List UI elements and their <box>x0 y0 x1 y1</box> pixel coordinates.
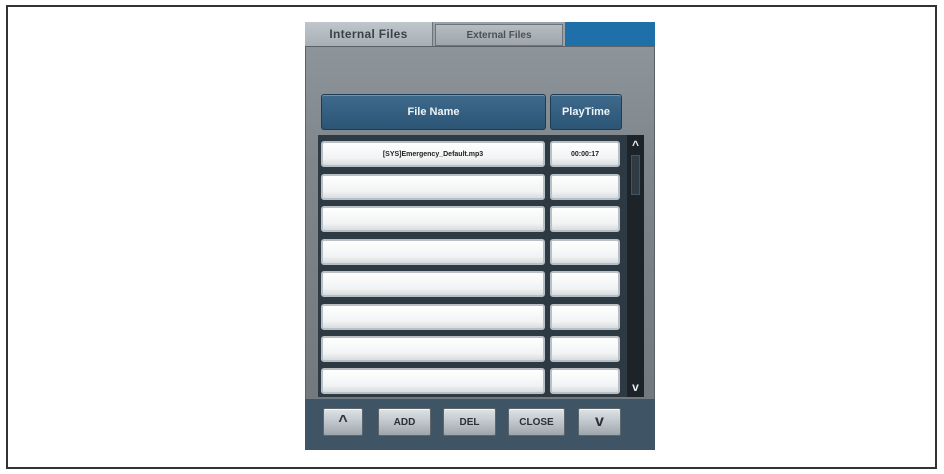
play-time-cell: 00:00:17 <box>550 141 620 167</box>
scroll-thumb[interactable] <box>631 155 640 195</box>
play-time-cell <box>550 271 620 297</box>
table-row[interactable] <box>318 206 638 232</box>
file-name-cell[interactable] <box>321 206 545 232</box>
file-name-cell[interactable] <box>321 239 545 265</box>
column-header-file-name: File Name <box>321 94 546 130</box>
play-time-cell <box>550 336 620 362</box>
tab-internal-files[interactable]: Internal Files <box>305 22 433 46</box>
file-name-cell[interactable] <box>321 304 545 330</box>
table-row[interactable] <box>318 304 638 330</box>
file-name-cell[interactable] <box>321 368 545 394</box>
tab-strip: Internal Files External Files <box>305 22 655 46</box>
page-down-button[interactable]: v <box>578 408 621 436</box>
scroll-down-icon[interactable]: v <box>628 379 643 395</box>
close-button[interactable]: CLOSE <box>508 408 565 436</box>
table-row[interactable] <box>318 368 638 394</box>
table-row[interactable] <box>318 271 638 297</box>
table-row[interactable]: [SYS]Emergency_Default.mp3 00:00:17 <box>318 141 638 167</box>
table-row[interactable] <box>318 174 638 200</box>
file-list: [SYS]Emergency_Default.mp3 00:00:17 ^ v <box>318 135 644 397</box>
column-header-play-time: PlayTime <box>550 94 622 130</box>
button-bar: ^ ADD DEL CLOSE v <box>305 399 655 450</box>
table-row[interactable] <box>318 239 638 265</box>
tab-external-files[interactable]: External Files <box>435 24 563 46</box>
play-time-cell <box>550 304 620 330</box>
play-time-cell <box>550 368 620 394</box>
add-button[interactable]: ADD <box>378 408 431 436</box>
file-name-cell[interactable]: [SYS]Emergency_Default.mp3 <box>321 141 545 167</box>
delete-button[interactable]: DEL <box>443 408 496 436</box>
play-time-cell <box>550 239 620 265</box>
file-name-cell[interactable] <box>321 174 545 200</box>
tab-strip-accent <box>565 22 655 46</box>
play-time-cell <box>550 206 620 232</box>
file-name-cell[interactable] <box>321 271 545 297</box>
play-time-cell <box>550 174 620 200</box>
page-up-button[interactable]: ^ <box>323 408 363 436</box>
vertical-scrollbar[interactable]: ^ v <box>627 135 644 397</box>
scroll-up-icon[interactable]: ^ <box>628 137 643 153</box>
file-name-cell[interactable] <box>321 336 545 362</box>
table-row[interactable] <box>318 336 638 362</box>
file-list-dialog: Internal Files External Files File Name … <box>305 22 655 450</box>
